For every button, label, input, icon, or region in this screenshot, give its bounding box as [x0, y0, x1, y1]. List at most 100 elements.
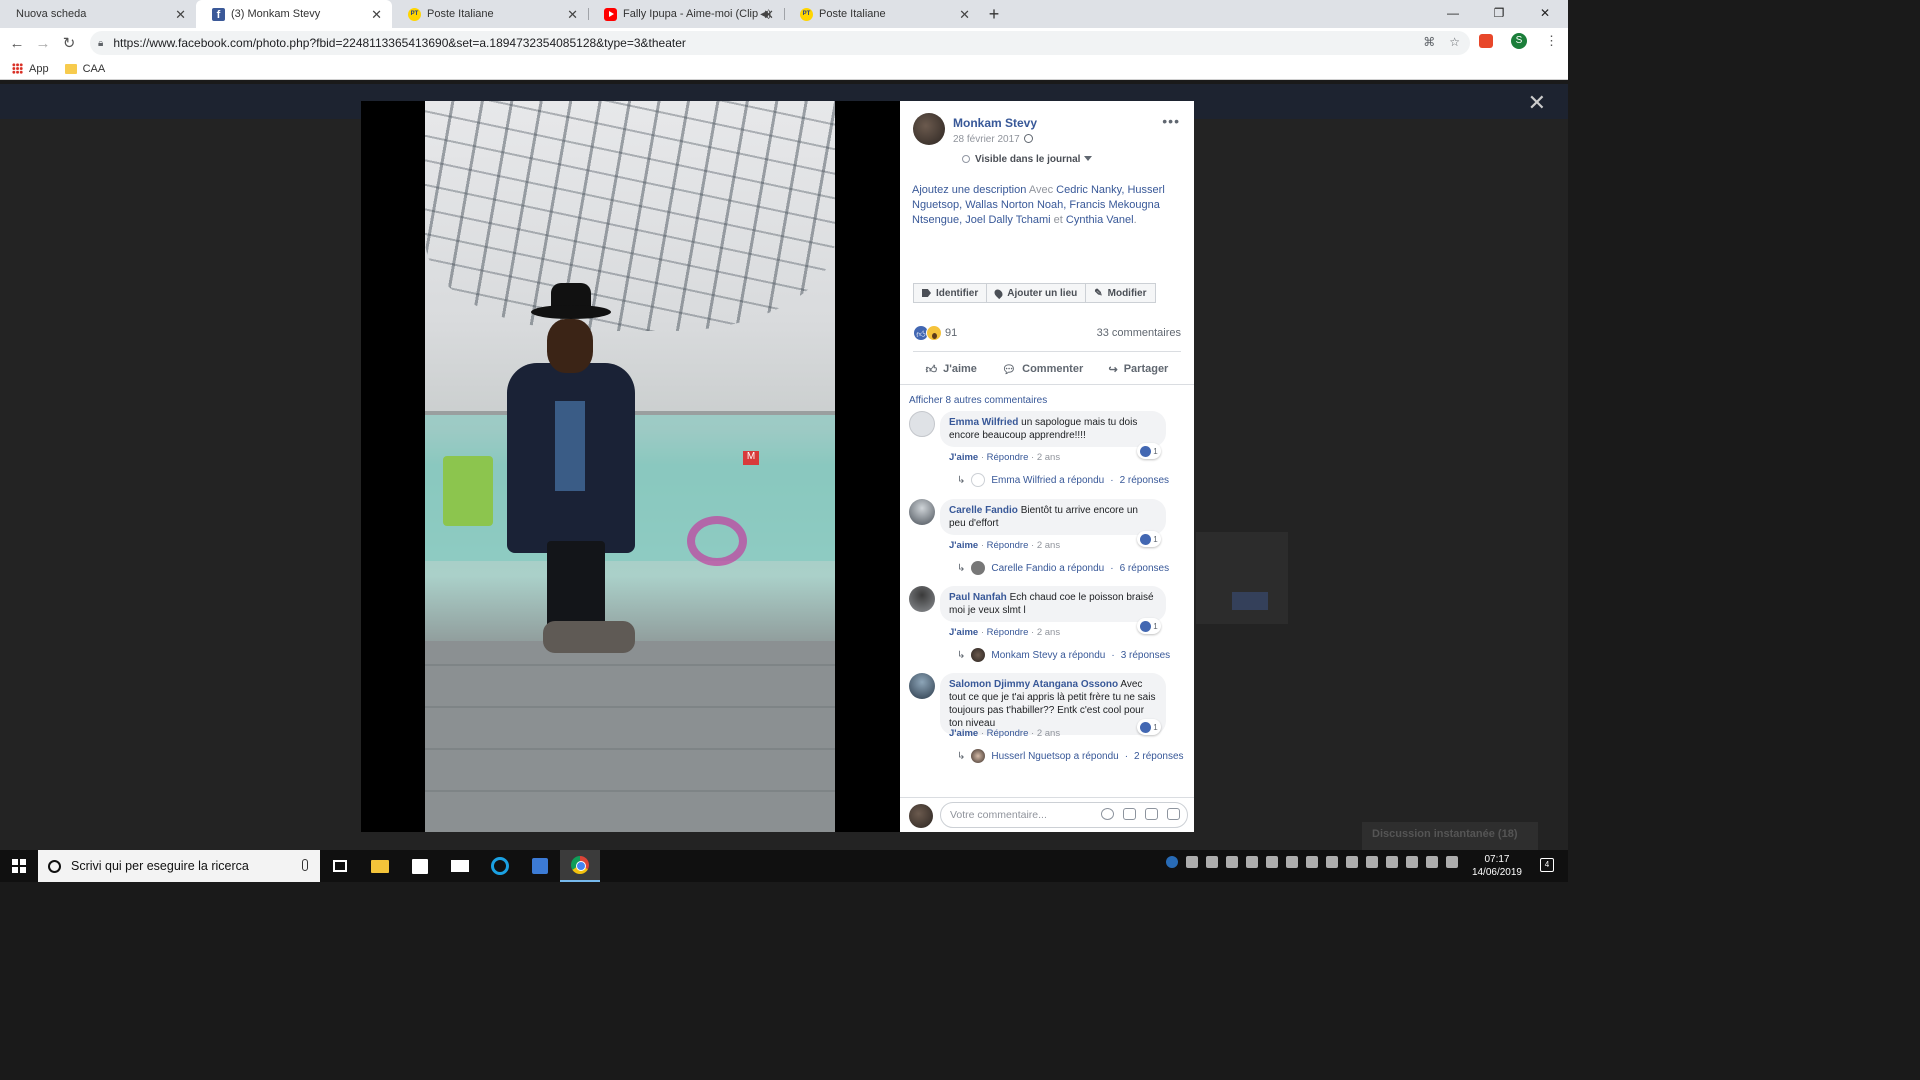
close-icon[interactable]: ✕ — [567, 7, 578, 23]
comment-like-count[interactable]: 1 — [1137, 618, 1161, 634]
translate-icon[interactable]: ⌘ — [1423, 35, 1435, 49]
menu-icon[interactable]: ⋮ — [1545, 33, 1558, 49]
comment-reply-link[interactable]: Répondre — [987, 728, 1029, 739]
close-icon[interactable]: ✕ — [371, 7, 382, 23]
reload-icon[interactable]: ↻ — [56, 34, 82, 52]
close-window-icon[interactable]: ✕ — [1522, 0, 1568, 26]
taskbar-search[interactable]: Scrivi qui per eseguire la ricerca — [38, 850, 320, 882]
replies-link[interactable]: ↳ Husserl Nguetsop a répondu · 2 réponse… — [957, 749, 1184, 763]
commenter-avatar[interactable] — [909, 586, 935, 612]
author-avatar[interactable] — [913, 113, 945, 145]
reaction-count[interactable]: 91 — [945, 327, 957, 339]
tray-icon[interactable] — [1326, 856, 1338, 868]
comment-like-link[interactable]: J'aime — [949, 728, 978, 739]
back-icon[interactable]: ← — [4, 35, 30, 52]
mail-button[interactable] — [440, 850, 480, 882]
volume-icon[interactable] — [1446, 856, 1458, 868]
comment-reply-link[interactable]: Répondre — [987, 540, 1029, 551]
help-icon[interactable] — [1166, 856, 1178, 868]
replies-link[interactable]: ↳ Monkam Stevy a répondu · 3 réponses — [957, 648, 1170, 662]
tab-monkam-stevy[interactable]: f (3) Monkam Stevy ✕ — [196, 0, 392, 28]
tag-button[interactable]: Identifier — [913, 283, 988, 303]
tray-icon[interactable] — [1366, 856, 1378, 868]
commenter-avatar[interactable] — [909, 411, 935, 437]
bookmark-app[interactable]: App — [12, 63, 49, 75]
commenter-name[interactable]: Carelle Fandio — [949, 505, 1018, 516]
url-text[interactable]: https://www.facebook.com/photo.php?fbid=… — [113, 36, 686, 50]
comment-reply-link[interactable]: Répondre — [987, 452, 1029, 463]
share-button[interactable]: ↪ Partager — [1108, 357, 1168, 381]
visibility-selector[interactable]: Visible dans le journal — [962, 154, 1093, 165]
forward-icon[interactable]: → — [30, 35, 56, 52]
replies-link[interactable]: ↳ Emma Wilfried a répondu · 2 réponses — [957, 473, 1169, 487]
comment-age[interactable]: 2 ans — [1037, 728, 1060, 739]
network-app-button[interactable] — [520, 850, 560, 882]
edit-button[interactable]: ✎ Modifier — [1086, 283, 1156, 303]
close-icon[interactable]: ✕ — [175, 7, 186, 23]
bookmark-caa[interactable]: CAA — [64, 63, 105, 75]
start-button[interactable] — [0, 850, 38, 882]
star-icon[interactable]: ☆ — [1449, 35, 1460, 49]
store-button[interactable] — [400, 850, 440, 882]
comment-like-link[interactable]: J'aime — [949, 540, 978, 551]
new-tab-button[interactable]: + — [980, 0, 1008, 28]
tagged-person[interactable]: Cynthia Vanel — [1066, 214, 1134, 226]
edge-button[interactable] — [480, 850, 520, 882]
like-button[interactable]: 👍︎ J'aime — [926, 357, 977, 381]
add-place-button[interactable]: Ajouter un lieu — [987, 283, 1087, 303]
commenter-name[interactable]: Salomon Djimmy Atangana Ossono — [949, 679, 1118, 690]
tray-icon[interactable] — [1246, 856, 1258, 868]
commenter-name[interactable]: Emma Wilfried — [949, 417, 1018, 428]
comment-count[interactable]: 33 commentaires — [1097, 327, 1181, 339]
comment-reply-link[interactable]: Répondre — [987, 627, 1029, 638]
close-icon[interactable]: ✕ — [763, 7, 774, 23]
tray-icon[interactable] — [1226, 856, 1238, 868]
tray-icon[interactable] — [1406, 856, 1418, 868]
replies-link[interactable]: ↳ Carelle Fandio a répondu · 6 réponses — [957, 561, 1169, 575]
more-comments-link[interactable]: Afficher 8 autres commentaires — [909, 395, 1047, 406]
tab-poste-italiane-2[interactable]: PT Poste Italiane ✕ — [784, 0, 980, 28]
extension-icon[interactable] — [1479, 34, 1493, 48]
commenter-avatar[interactable] — [909, 499, 935, 525]
close-icon[interactable]: ✕ — [959, 7, 970, 23]
bluetooth-icon[interactable] — [1346, 856, 1358, 868]
tab-poste-italiane[interactable]: PT Poste Italiane ✕ — [392, 0, 588, 28]
more-options-icon[interactable]: ••• — [1162, 113, 1180, 129]
commenter-avatar[interactable] — [909, 673, 935, 699]
post-date-text[interactable]: 28 février 2017 — [953, 134, 1020, 145]
chat-bar[interactable]: Discussion instantanée (18) — [1362, 822, 1538, 850]
reaction-icons[interactable]: 👍︎ — [913, 325, 942, 341]
comment-button[interactable]: 💬︎ Commenter — [1002, 357, 1083, 381]
wifi-icon[interactable] — [1286, 856, 1298, 868]
author-name[interactable]: Monkam Stevy — [953, 116, 1037, 130]
address-bar[interactable]: 🔒︎ https://www.facebook.com/photo.php?fb… — [90, 31, 1470, 55]
tray-icon[interactable] — [1386, 856, 1398, 868]
tagged-person[interactable]: Cedric Nanky — [1056, 184, 1121, 196]
lock-icon[interactable]: 🔒︎ — [98, 38, 103, 49]
close-theater-icon[interactable]: ✕ — [1528, 90, 1546, 116]
tagged-person[interactable]: Wallas Norton Noah — [965, 199, 1063, 211]
comment-age[interactable]: 2 ans — [1037, 540, 1060, 551]
tray-icon[interactable] — [1186, 856, 1198, 868]
file-explorer-button[interactable] — [360, 850, 400, 882]
comment-like-count[interactable]: 1 — [1137, 719, 1161, 735]
sticker-icon[interactable] — [1167, 808, 1180, 820]
minimize-icon[interactable]: — — [1430, 0, 1476, 26]
profile-avatar[interactable]: S — [1511, 33, 1527, 49]
comment-age[interactable]: 2 ans — [1037, 452, 1060, 463]
comment-like-count[interactable]: 1 — [1137, 531, 1161, 547]
notification-center-button[interactable]: 4 — [1540, 858, 1554, 872]
comment-like-count[interactable]: 1 — [1137, 443, 1161, 459]
tab-youtube[interactable]: Fally Ipupa - Aime-moi (Clip ◀) ✕ — [588, 0, 784, 28]
tray-icon[interactable] — [1306, 856, 1318, 868]
chrome-button[interactable] — [560, 850, 600, 882]
commenter-name[interactable]: Paul Nanfah — [949, 592, 1007, 603]
task-view-button[interactable] — [320, 850, 360, 882]
emoji-icon[interactable] — [1101, 808, 1114, 820]
gif-icon[interactable] — [1145, 808, 1158, 820]
photo[interactable]: M — [425, 101, 835, 832]
comment-age[interactable]: 2 ans — [1037, 627, 1060, 638]
tray-icon[interactable] — [1266, 856, 1278, 868]
add-description-link[interactable]: Ajoutez une description — [912, 184, 1026, 196]
tray-icon[interactable] — [1206, 856, 1218, 868]
